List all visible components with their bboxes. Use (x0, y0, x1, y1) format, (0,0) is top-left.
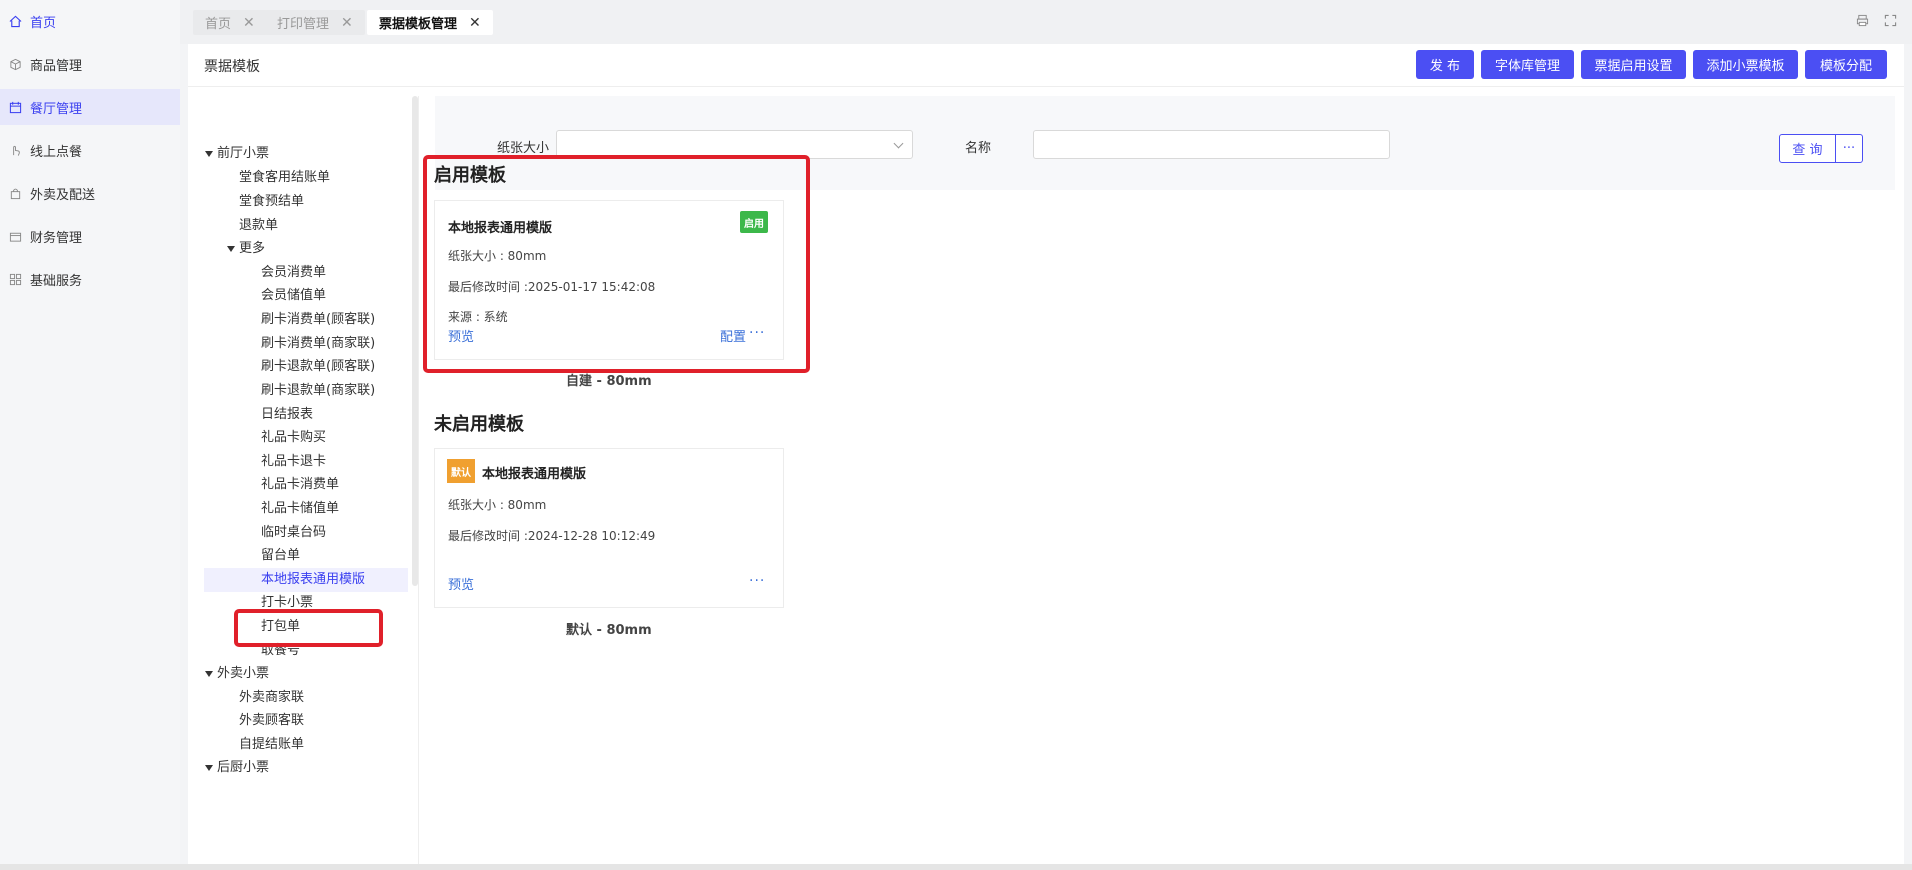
paper-size-text: 纸张大小 : 80mm (448, 498, 547, 512)
query-button[interactable]: 查 询 (1779, 134, 1836, 163)
template-tree: 前厅小票 堂食客用结账单 堂食预结单 退款单 更多 会员消费单 会员储值单 刷卡… (188, 96, 414, 864)
tree-node[interactable]: 礼品卡购买 (261, 426, 326, 450)
bag-icon (8, 186, 22, 200)
template-name: 本地报表通用模版 (448, 221, 553, 236)
close-icon[interactable]: ✕ (341, 15, 353, 31)
tab-label: 首页 (205, 17, 232, 32)
modified-time-text: 最后修改时间 :2024-12-28 10:12:49 (448, 529, 656, 543)
tree-node[interactable]: 退款单 (239, 214, 278, 238)
nav-label: 基础服务 (30, 273, 83, 289)
grid-icon (8, 272, 22, 286)
font-library-button[interactable]: 字体库管理 (1481, 50, 1574, 79)
paper-size-label: 纸张大小 (497, 141, 550, 156)
tab-home[interactable]: 首页 ✕ (193, 10, 267, 35)
nav-label: 线上点餐 (30, 144, 83, 160)
template-assign-button[interactable]: 模板分配 (1805, 50, 1887, 79)
add-ticket-template-button[interactable]: 添加小票模板 (1693, 50, 1798, 79)
disabled-template-caption: 默认 - 80mm (566, 623, 652, 638)
nav-item-finance[interactable]: 财务管理 (0, 218, 180, 254)
tree-node[interactable]: 礼品卡储值单 (261, 497, 339, 521)
nav-item-home[interactable]: 首页 (0, 3, 180, 39)
tab-label: 票据模板管理 (379, 17, 458, 32)
name-label: 名称 (965, 141, 992, 156)
tree-node[interactable]: 自提结账单 (239, 733, 304, 757)
close-icon[interactable]: ✕ (469, 15, 481, 31)
tree-node[interactable]: 打包单 (261, 615, 300, 639)
tree-node[interactable]: 会员消费单 (261, 261, 326, 285)
tree-divider (418, 96, 419, 864)
close-icon[interactable]: ✕ (243, 15, 255, 31)
paper-size-select[interactable] (556, 130, 913, 159)
tree-node-more[interactable]: 更多 (227, 237, 265, 261)
tree-node[interactable]: 取餐号 (261, 639, 300, 663)
nav-item-basic-service[interactable]: 基础服务 (0, 261, 180, 297)
tab-bar: 首页 ✕ 打印管理 ✕ 票据模板管理 ✕ (180, 0, 1912, 44)
enabled-template-caption: 自建 - 80mm (566, 374, 652, 389)
tree-node[interactable]: 外卖顾客联 (239, 709, 304, 733)
more-actions-icon[interactable]: ··· (749, 325, 765, 341)
nav-label: 商品管理 (30, 58, 83, 74)
publish-button[interactable]: 发 布 (1416, 50, 1474, 79)
tree-node[interactable]: 临时桌台码 (261, 521, 326, 545)
tree-node[interactable]: 外卖商家联 (239, 686, 304, 710)
header-divider (188, 86, 1904, 87)
tree-node-front[interactable]: 前厅小票 (205, 142, 269, 166)
tree-node[interactable]: 会员储值单 (261, 284, 326, 308)
calendar-icon (8, 100, 22, 114)
enabled-templates-title: 启用模板 (434, 165, 506, 186)
nav-item-restaurant[interactable]: 餐厅管理 (0, 89, 180, 125)
home-icon (8, 14, 22, 28)
tree-node[interactable]: 刷卡消费单(商家联) (261, 332, 375, 356)
nav-item-online-order[interactable]: 线上点餐 (0, 132, 180, 168)
tree-node[interactable]: 礼品卡消费单 (261, 473, 339, 497)
nav-item-goods[interactable]: 商品管理 (0, 46, 180, 82)
more-options-button[interactable]: ··· (1835, 134, 1863, 163)
tree-node-takeout[interactable]: 外卖小票 (205, 662, 269, 686)
tree-node[interactable]: 堂食预结单 (239, 190, 304, 214)
enabled-template-card[interactable]: 本地报表通用模版 启用 纸张大小 : 80mm 最后修改时间 :2025-01-… (434, 200, 784, 360)
tree-node-selected[interactable]: 本地报表通用模版 (204, 568, 408, 592)
source-text: 来源 : 系统 (448, 310, 508, 324)
box-icon (8, 57, 22, 71)
nav-label: 首页 (30, 15, 57, 31)
main-panel: 票据模板 发 布 字体库管理 票据启用设置 添加小票模板 模板分配 前厅小票 堂… (188, 44, 1904, 864)
tree-node[interactable]: 留台单 (261, 544, 300, 568)
fullscreen-icon[interactable] (1882, 14, 1898, 30)
tree-node[interactable]: 礼品卡退卡 (261, 450, 326, 474)
nav-label: 财务管理 (30, 230, 83, 246)
left-nav: 首页 商品管理 餐厅管理 线上点餐 外卖及配送 财务管理 基础服务 (0, 0, 180, 870)
page-title: 票据模板 (204, 59, 260, 75)
more-actions-icon[interactable]: ··· (749, 573, 765, 589)
tab-print-management[interactable]: 打印管理 ✕ (265, 10, 365, 35)
hand-icon (8, 143, 22, 157)
nav-label: 外卖及配送 (30, 187, 96, 203)
template-name: 本地报表通用模版 (482, 467, 587, 482)
enabled-badge: 启用 (740, 211, 768, 233)
tree-node[interactable]: 堂食客用结账单 (239, 166, 330, 190)
ticket-enable-settings-button[interactable]: 票据启用设置 (1581, 50, 1686, 79)
preview-link[interactable]: 预览 (448, 326, 474, 345)
tree-node-kitchen[interactable]: 后厨小票 (205, 756, 269, 780)
modified-time-text: 最后修改时间 :2025-01-17 15:42:08 (448, 280, 656, 294)
nav-item-delivery[interactable]: 外卖及配送 (0, 175, 180, 211)
tab-label: 打印管理 (277, 17, 330, 32)
tree-node[interactable]: 刷卡消费单(顾客联) (261, 308, 375, 332)
name-input[interactable] (1033, 130, 1390, 159)
nav-label: 餐厅管理 (30, 101, 83, 117)
tab-ticket-template-management[interactable]: 票据模板管理 ✕ (367, 10, 493, 35)
wallet-icon (8, 229, 22, 243)
config-link[interactable]: 配置 (720, 326, 746, 345)
filter-bar: 纸张大小 名称 查 询 ··· (435, 96, 1895, 190)
preview-link[interactable]: 预览 (448, 574, 474, 593)
tree-node[interactable]: 日结报表 (261, 403, 313, 427)
print-icon[interactable] (1854, 14, 1870, 30)
paper-size-text: 纸张大小 : 80mm (448, 249, 547, 263)
tree-node[interactable]: 刷卡退款单(顾客联) (261, 355, 375, 379)
disabled-template-card[interactable]: 默认 本地报表通用模版 纸张大小 : 80mm 最后修改时间 :2024-12-… (434, 448, 784, 608)
disabled-templates-title: 未启用模板 (434, 414, 524, 435)
tree-node[interactable]: 刷卡退款单(商家联) (261, 379, 375, 403)
bottom-strip (0, 864, 1912, 870)
tree-node[interactable]: 打卡小票 (261, 591, 313, 615)
default-badge: 默认 (447, 459, 475, 483)
